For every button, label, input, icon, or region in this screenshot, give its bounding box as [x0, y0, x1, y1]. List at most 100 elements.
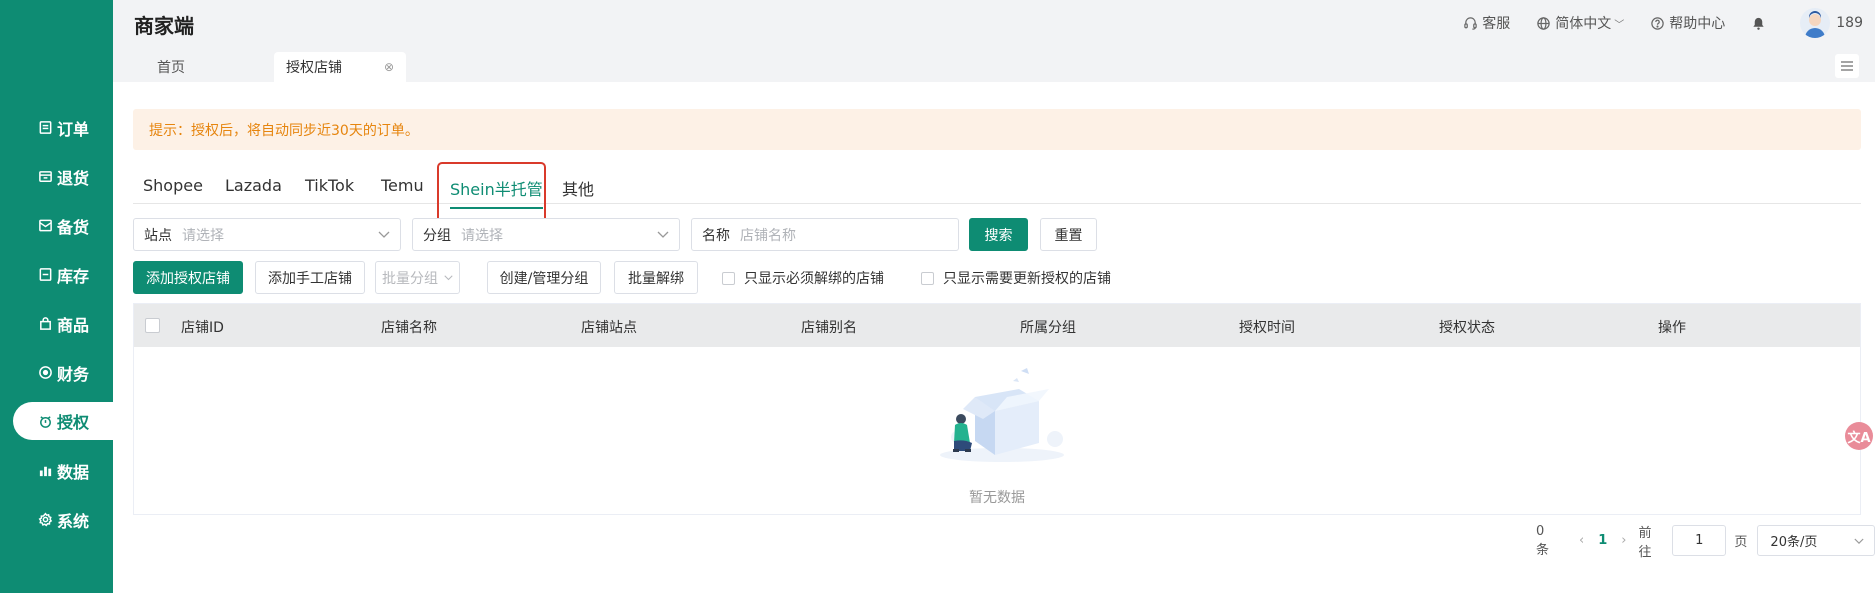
- checkbox-label: 只显示必须解绑的店铺: [744, 271, 884, 287]
- stock-icon: [37, 218, 53, 234]
- tab-tiktok[interactable]: TikTok: [305, 176, 354, 195]
- sidebar-item-label: 订单: [57, 119, 90, 139]
- pagination: 0条 ‹ 1 › 前往 1 页 20条/页: [1536, 523, 1875, 560]
- group-placeholder: 请选择: [461, 227, 503, 244]
- help-center-label: 帮助中心: [1669, 16, 1726, 32]
- checkbox-label: 只显示需要更新授权的店铺: [943, 271, 1111, 287]
- inventory-icon: [37, 267, 53, 283]
- finance-icon: [37, 365, 53, 381]
- col-auth-status: 授权状态: [1439, 320, 1495, 336]
- return-icon: [37, 169, 53, 185]
- select-all-checkbox[interactable]: [145, 318, 160, 333]
- sidebar-item-products[interactable]: 商品: [0, 299, 113, 348]
- col-auth-time: 授权时间: [1239, 320, 1295, 336]
- page-tabs-bar: 首页 授权店铺 ⊗: [113, 42, 1875, 82]
- sidebar-item-finance[interactable]: 财务: [0, 348, 113, 397]
- batch-group-label: 批量分组: [382, 270, 438, 287]
- add-manual-store-button[interactable]: 添加手工店铺: [255, 261, 365, 294]
- col-store-alias: 店铺别名: [801, 320, 857, 336]
- notice-text: 提示：授权后，将自动同步近30天的订单。: [149, 122, 419, 139]
- bell-icon: [1753, 17, 1764, 30]
- site-placeholder: 请选择: [182, 227, 224, 244]
- empty-box-illustration: [940, 368, 1064, 462]
- tab-temu[interactable]: Temu: [381, 176, 424, 195]
- total-count: 0条: [1536, 523, 1550, 558]
- tab-authorized-stores[interactable]: 授权店铺 ⊗: [274, 52, 406, 82]
- batch-unbind-button[interactable]: 批量解绑: [614, 261, 698, 294]
- checkbox-box: [722, 271, 735, 285]
- user-menu[interactable]: 189: [1800, 8, 1863, 38]
- table-header: 店铺ID 店铺名称 店铺站点 店铺别名 所属分组 授权时间 授权状态 操作: [134, 304, 1860, 347]
- chevron-down-icon: [1854, 538, 1864, 544]
- stores-table: 店铺ID 店铺名称 店铺站点 店铺别名 所属分组 授权时间 授权状态 操作 暂无…: [133, 303, 1861, 515]
- sidebar-item-label: 库存: [57, 266, 90, 286]
- customer-service-label: 客服: [1482, 16, 1511, 32]
- sidebar-item-system[interactable]: 系统: [0, 495, 113, 544]
- only-reauth-checkbox[interactable]: 只显示需要更新授权的店铺: [921, 268, 1111, 288]
- system-icon: [37, 512, 53, 528]
- page-size-select[interactable]: 20条/页: [1757, 525, 1875, 556]
- top-header: 商家端 客服 简体中文 ﹀ 帮助中心 189: [113, 0, 1875, 42]
- sidebar-item-data[interactable]: 数据: [0, 446, 113, 495]
- search-button[interactable]: 搜索: [969, 218, 1028, 251]
- group-label: 分组: [423, 227, 451, 244]
- manage-groups-button[interactable]: 创建/管理分组: [487, 261, 601, 294]
- site-select[interactable]: 站点 请选择: [133, 218, 401, 251]
- sidebar-item-label: 授权: [57, 413, 90, 432]
- close-icon[interactable]: ⊗: [384, 60, 394, 74]
- checkbox-box: [921, 271, 934, 285]
- help-icon: [1651, 16, 1664, 30]
- sidebar-item-orders[interactable]: 订单: [0, 103, 113, 152]
- page-size-label: 20条/页: [1770, 535, 1818, 550]
- order-icon: [37, 120, 53, 136]
- notice-banner: 提示：授权后，将自动同步近30天的订单。: [133, 109, 1861, 150]
- goto-page-input[interactable]: 1: [1672, 525, 1727, 556]
- app-title: 商家端: [134, 14, 194, 38]
- sidebar-item-label: 系统: [57, 511, 90, 531]
- language-label: 简体中文: [1555, 16, 1612, 32]
- chevron-down-icon: [657, 227, 671, 243]
- empty-state: 暂无数据: [134, 347, 1860, 514]
- tab-lazada[interactable]: Lazada: [225, 176, 282, 195]
- help-center-link[interactable]: 帮助中心: [1650, 13, 1725, 33]
- customer-service-link[interactable]: 客服: [1463, 13, 1510, 33]
- sidebar-item-inventory[interactable]: 库存: [0, 250, 113, 299]
- name-placeholder: 店铺名称: [740, 227, 796, 244]
- only-must-unbind-checkbox[interactable]: 只显示必须解绑的店铺: [722, 268, 884, 288]
- tabs-menu-button[interactable]: [1835, 54, 1859, 78]
- translate-icon[interactable]: 文A: [1845, 422, 1873, 450]
- sidebar-nav: 订单 退货 备货 库存 商品 财务 授权 数据 系统: [0, 103, 113, 544]
- page-unit: 页: [1734, 535, 1748, 550]
- page-number[interactable]: 1: [1598, 533, 1607, 548]
- group-select[interactable]: 分组 请选择: [412, 218, 680, 251]
- tab-home[interactable]: 首页: [145, 52, 197, 82]
- next-page-icon[interactable]: ›: [1621, 533, 1626, 548]
- col-store-name: 店铺名称: [381, 320, 437, 336]
- notifications-button[interactable]: [1751, 16, 1770, 31]
- sidebar-item-returns[interactable]: 退货: [0, 152, 113, 201]
- name-input[interactable]: 名称 店铺名称: [691, 218, 959, 251]
- chevron-down-icon: [378, 227, 392, 243]
- prev-page-icon[interactable]: ‹: [1579, 533, 1584, 548]
- tab-other[interactable]: 其他: [562, 176, 594, 200]
- header-actions: 客服 简体中文 ﹀ 帮助中心 189: [1463, 0, 1875, 46]
- language-select[interactable]: 简体中文 ﹀: [1536, 13, 1624, 33]
- sidebar-item-authorize[interactable]: 授权: [13, 402, 113, 440]
- sidebar-item-stocking[interactable]: 备货: [0, 201, 113, 250]
- avatar: [1800, 8, 1831, 38]
- tab-shein[interactable]: Shein半托管: [450, 176, 543, 209]
- sidebar-item-label: 备货: [57, 217, 90, 237]
- user-name: 189: [1836, 15, 1863, 31]
- site-label: 站点: [144, 227, 172, 244]
- headset-icon: [1464, 16, 1477, 30]
- col-actions: 操作: [1658, 320, 1686, 336]
- chevron-down-icon: [444, 274, 453, 280]
- add-authorized-store-button[interactable]: 添加授权店铺: [133, 261, 243, 294]
- tab-shopee[interactable]: Shopee: [143, 176, 203, 195]
- product-icon: [37, 316, 53, 332]
- col-store-site: 店铺站点: [581, 320, 637, 336]
- batch-group-button[interactable]: 批量分组: [375, 261, 460, 294]
- reset-button[interactable]: 重置: [1040, 218, 1097, 251]
- tab-label: 授权店铺: [286, 60, 342, 76]
- col-store-id: 店铺ID: [181, 320, 224, 336]
